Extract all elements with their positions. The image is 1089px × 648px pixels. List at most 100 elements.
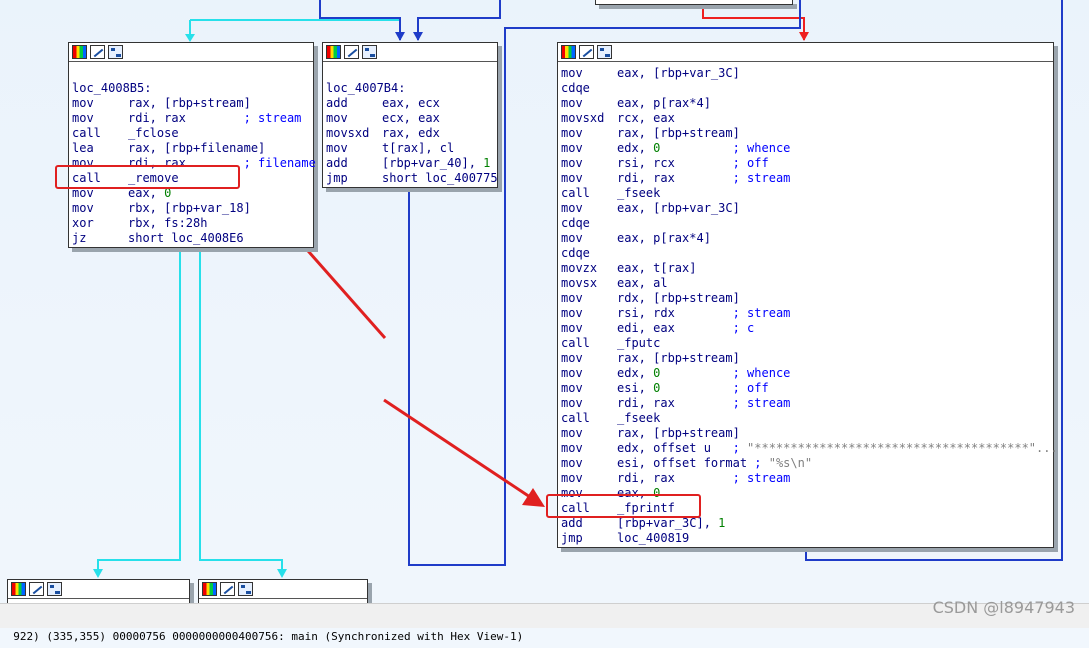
code-operands: esi,: [617, 381, 654, 395]
code-line[interactable]: add eax, ecx: [326, 96, 494, 111]
graph-view-icon[interactable]: [597, 45, 612, 59]
code-line[interactable]: call _fclose: [72, 126, 310, 141]
code-line[interactable]: mov eax, [rbp+var_3C]: [561, 201, 1050, 216]
graph-view-icon[interactable]: [47, 582, 62, 596]
code-line[interactable]: mov edx, 0 ; whence: [561, 141, 1050, 156]
code-block-loc-4008b5[interactable]: loc_4008B5: mov rax, [rbp+stream] mov rdi, r…: [68, 42, 316, 248]
code-operands: rdi, rax: [617, 171, 733, 185]
code-line[interactable]: mov edi, eax ; c: [561, 321, 1050, 336]
palette-icon[interactable]: [72, 45, 87, 59]
rename-icon[interactable]: [344, 45, 359, 59]
code-line[interactable]: cdqe: [561, 246, 1050, 261]
code-block-main[interactable]: mov eax, [rbp+var_3C] cdqe mov eax, p[rax*4]…: [557, 42, 1058, 548]
code-line[interactable]: cdqe: [561, 216, 1050, 231]
palette-icon[interactable]: [326, 45, 341, 59]
code-operands: eax, [rbp+var_3C]: [617, 201, 740, 215]
code-operands: rbx, fs:28h: [128, 216, 208, 230]
code-operands: rdi, rax: [617, 471, 733, 485]
code-line[interactable]: cdqe: [561, 81, 1050, 96]
code-mnemonic: mov: [561, 201, 583, 215]
graph-view-icon[interactable]: [108, 45, 123, 59]
code-line[interactable]: call _fputc: [561, 336, 1050, 351]
code-line[interactable]: mov rax, [rbp+stream]: [561, 351, 1050, 366]
rename-icon[interactable]: [220, 582, 235, 596]
code-line[interactable]: [326, 66, 494, 81]
code-line[interactable]: mov esi, 0 ; off: [561, 381, 1050, 396]
code-mnemonic: call: [561, 411, 590, 425]
code-block-top-partial[interactable]: [595, 0, 793, 5]
code-comment: ; c: [732, 321, 755, 335]
code-block-loc-4007b4[interactable]: loc_4007B4: add eax, ecx mov ecx, eax movsxd r…: [322, 42, 498, 188]
graph-view-icon[interactable]: [238, 582, 253, 596]
code-line[interactable]: mov rdi, rax ; stream: [561, 396, 1050, 411]
code-mnemonic: mov: [561, 171, 583, 185]
block-header: [69, 43, 313, 62]
code-line[interactable]: mov edx, 0 ; whence: [561, 366, 1050, 381]
code-line[interactable]: add [rbp+var_3C], 1: [561, 516, 1050, 531]
code-line[interactable]: add [rbp+var_40], 1: [326, 156, 494, 171]
block-header: [558, 43, 1053, 62]
block-header: [199, 580, 367, 599]
code-operands: eax, al: [617, 276, 668, 290]
graph-view-icon[interactable]: [362, 45, 377, 59]
code-operands: rax, [rbp+stream]: [617, 351, 740, 365]
code-line[interactable]: call _fseek: [561, 186, 1050, 201]
code-mnemonic: mov: [72, 111, 94, 125]
code-line[interactable]: loc_4008B5:: [72, 81, 310, 96]
code-line[interactable]: call _fseek: [561, 411, 1050, 426]
code-operands: esi, offset format: [617, 456, 755, 470]
code-mnemonic: call: [561, 336, 590, 350]
code-line[interactable]: jz short loc_4008E6: [72, 231, 310, 246]
code-line[interactable]: mov ecx, eax: [326, 111, 494, 126]
code-padding: [660, 141, 732, 155]
palette-icon[interactable]: [202, 582, 217, 596]
code-line[interactable]: mov rdi, rax ; stream: [561, 471, 1050, 486]
code-operands: [rbp+var_3C],: [617, 516, 719, 530]
code-line[interactable]: mov t[rax], cl: [326, 141, 494, 156]
code-line[interactable]: mov rax, [rbp+stream]: [561, 126, 1050, 141]
code-line[interactable]: mov rdi, rax ; stream: [72, 111, 310, 126]
code-mnemonic: add: [326, 156, 348, 170]
code-operands: rdi, rax: [617, 396, 733, 410]
block-header: [323, 43, 497, 62]
code-line[interactable]: movsxd rax, edx: [326, 126, 494, 141]
rename-icon[interactable]: [579, 45, 594, 59]
code-line[interactable]: mov eax, [rbp+var_3C]: [561, 66, 1050, 81]
code-line[interactable]: mov edx, offset u ; "********************…: [561, 441, 1058, 456]
code-mnemonic: mov: [561, 126, 583, 140]
code-mnemonic: mov: [561, 306, 583, 320]
code-label: loc_4008B5:: [72, 81, 152, 95]
code-line[interactable]: lea rax, [rbp+filename]: [72, 141, 310, 156]
rename-icon[interactable]: [90, 45, 105, 59]
code-line[interactable]: jmp loc_400819: [561, 531, 1050, 546]
code-line[interactable]: mov eax, p[rax*4]: [561, 96, 1050, 111]
code-line[interactable]: mov rax, [rbp+stream]: [72, 96, 310, 111]
watermark: CSDN @l8947943: [932, 598, 1075, 617]
code-operands: eax, ecx: [382, 96, 440, 110]
code-line[interactable]: mov rdx, [rbp+stream]: [561, 291, 1050, 306]
code-line[interactable]: xor rbx, fs:28h: [72, 216, 310, 231]
code-mnemonic: mov: [561, 426, 583, 440]
block-header: [8, 580, 189, 599]
code-line[interactable]: movsxd rcx, eax: [561, 111, 1050, 126]
code-line[interactable]: loc_4007B4:: [326, 81, 494, 96]
code-line[interactable]: [72, 66, 310, 81]
code-line[interactable]: mov rsi, rdx ; stream: [561, 306, 1050, 321]
code-mnemonic: mov: [561, 381, 583, 395]
rename-icon[interactable]: [29, 582, 44, 596]
code-line[interactable]: mov rbx, [rbp+var_18]: [72, 201, 310, 216]
code-line[interactable]: movzx eax, t[rax]: [561, 261, 1050, 276]
palette-icon[interactable]: [11, 582, 26, 596]
code-line[interactable]: mov esi, offset format ; "%s\n": [561, 456, 1050, 471]
code-line[interactable]: mov rax, [rbp+stream]: [561, 426, 1050, 441]
code-line[interactable]: mov rdi, rax ; stream: [561, 171, 1050, 186]
code-line[interactable]: mov eax, p[rax*4]: [561, 231, 1050, 246]
code-line[interactable]: movsx eax, al: [561, 276, 1050, 291]
code-line[interactable]: mov rsi, rcx ; off: [561, 156, 1050, 171]
code-line[interactable]: jmp short loc_400775: [326, 171, 498, 186]
code-operands: short loc_400775: [382, 171, 498, 185]
code-padding: [660, 366, 732, 380]
code-mnemonic: cdqe: [561, 216, 590, 230]
palette-icon[interactable]: [561, 45, 576, 59]
code-mnemonic: xor: [72, 216, 94, 230]
